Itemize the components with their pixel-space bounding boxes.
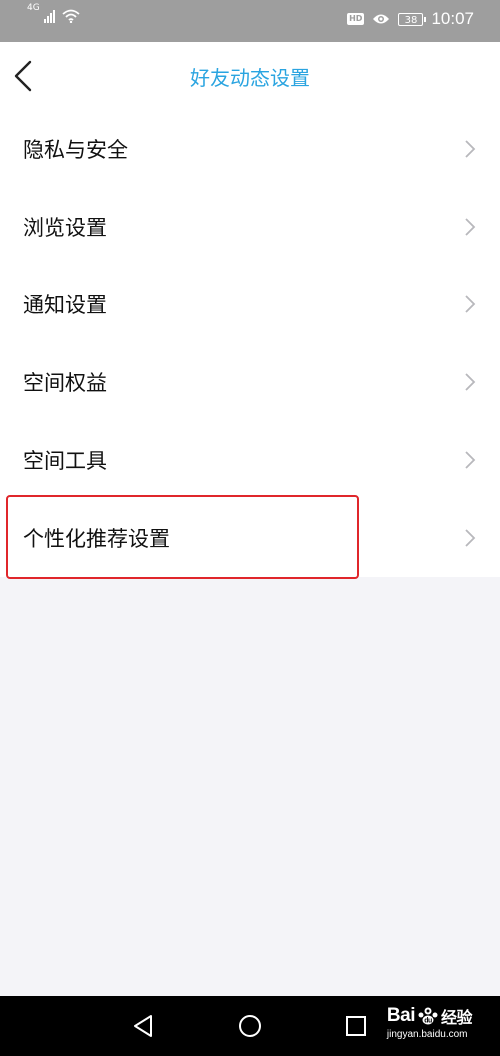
watermark-suffix: 经验 [440, 1008, 473, 1027]
chevron-right-icon [465, 373, 476, 391]
watermark-url: jingyan.baidu.com [386, 1029, 468, 1040]
nav-back-button[interactable] [129, 1012, 159, 1040]
chevron-right-icon [465, 451, 476, 469]
settings-item-personalized-recommendation[interactable]: 个性化推荐设置 [0, 499, 500, 577]
settings-item-browse[interactable]: 浏览设置 [0, 188, 500, 266]
eye-icon [373, 14, 390, 24]
battery-icon: 38 [398, 12, 427, 26]
chevron-right-icon [465, 295, 476, 314]
nav-home-button[interactable] [235, 1012, 265, 1040]
chevron-right-icon [465, 529, 476, 547]
settings-item-space-tools[interactable]: 空间工具 [0, 421, 500, 499]
status-time: 10:07 [431, 9, 474, 28]
status-left: 4G [27, 4, 80, 23]
settings-item-privacy-security[interactable]: 隐私与安全 [0, 110, 500, 188]
settings-item-label: 浏览设置 [23, 215, 107, 240]
settings-item-space-benefits[interactable]: 空间权益 [0, 343, 500, 421]
signal-icon [43, 9, 55, 23]
settings-list: 隐私与安全 浏览设置 通知设置 空间权益 空间工具 个性化推荐设置 [0, 110, 500, 577]
paw-icon: du [418, 1007, 438, 1025]
status-right: HD 38 10:07 [347, 9, 474, 29]
settings-item-label: 隐私与安全 [23, 137, 128, 162]
watermark-logo: Bai du 经验 [386, 1004, 473, 1028]
nav-bar: Bai du 经验 jingyan.baidu.com [0, 996, 500, 1056]
watermark-logo-text: Bai [386, 1005, 416, 1026]
settings-item-label: 空间权益 [23, 371, 107, 396]
recents-square-icon [346, 1016, 366, 1036]
page-title: 好友动态设置 [190, 66, 310, 90]
settings-item-label: 个性化推荐设置 [23, 526, 170, 551]
wifi-icon [62, 9, 80, 23]
status-bar: 4G HD 38 10:07 [0, 0, 500, 42]
nav-recents-button[interactable] [341, 1012, 371, 1040]
chevron-right-icon [465, 140, 476, 158]
settings-item-notification[interactable]: 通知设置 [0, 266, 500, 344]
hd-icon: HD [347, 13, 365, 25]
settings-item-label: 通知设置 [23, 293, 107, 318]
chevron-right-icon [465, 218, 476, 236]
settings-item-label: 空间工具 [23, 449, 107, 474]
baidu-jingyan-watermark: Bai du 经验 jingyan.baidu.com [386, 1004, 473, 1040]
title-bar: 好友动态设置 [0, 42, 500, 110]
screen: 4G HD 38 10:07 好友动态设置 隐私与安全 浏览设置 通知设置 空间… [0, 0, 500, 1056]
home-circle-icon [239, 1015, 261, 1037]
back-triangle-icon [134, 1015, 152, 1037]
svg-text:du: du [424, 1018, 432, 1025]
network-type: 4G [27, 3, 40, 13]
